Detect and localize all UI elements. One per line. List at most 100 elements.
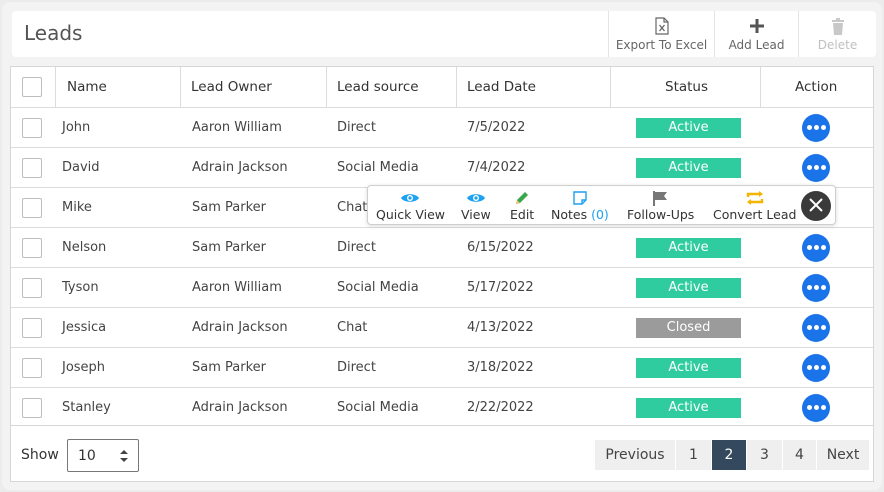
more-dots-icon (806, 165, 826, 170)
page-button-2[interactable]: 2 (712, 440, 746, 470)
leads-table: Name Lead Owner Lead source Lead Date St… (10, 66, 874, 428)
table-row: David Adrain Jackson Social Media 7/4/2022 A… (11, 148, 873, 188)
page-header: Leads Export To Excel Add Lead Delete (12, 11, 876, 57)
more-dots-icon (806, 285, 826, 290)
lead-owner: Sam Parker (192, 240, 266, 255)
more-dots-icon (806, 325, 826, 330)
lead-date: 3/18/2022 (467, 360, 534, 375)
column-header-date[interactable]: Lead Date (467, 67, 536, 107)
lead-date: 6/15/2022 (467, 240, 534, 255)
convert-lead-action[interactable]: Convert Lead (713, 189, 796, 222)
row-checkbox[interactable] (22, 228, 42, 267)
quick-view-action[interactable]: Quick View (376, 189, 445, 222)
row-actions-button[interactable] (802, 153, 830, 182)
page-title: Leads (24, 21, 83, 45)
sort-caret-icon (120, 449, 128, 467)
table-row: Nelson Sam Parker Direct 6/15/2022 Active (11, 228, 873, 268)
row-checkbox[interactable] (22, 388, 42, 427)
notes-label: Notes (551, 207, 588, 222)
close-popup-button[interactable] (801, 191, 831, 221)
next-page-button[interactable]: Next (817, 440, 869, 470)
row-checkbox[interactable] (22, 108, 42, 147)
lead-date: 7/4/2022 (467, 160, 526, 175)
lead-owner: Aaron William (192, 280, 282, 295)
status-badge: Active (636, 157, 741, 178)
row-checkbox[interactable] (22, 308, 42, 347)
convert-icon (745, 189, 765, 207)
lead-name: David (62, 160, 100, 175)
lead-owner: Sam Parker (192, 200, 266, 215)
table-footer: Show 10 Previous 1 2 3 4 Next (10, 426, 874, 482)
column-header-name[interactable]: Name (67, 67, 107, 107)
lead-source: Social Media (337, 160, 419, 175)
convert-lead-label: Convert Lead (713, 207, 797, 222)
lead-source: Direct (337, 240, 376, 255)
row-actions-button[interactable] (802, 233, 830, 262)
status-badge: Closed (636, 317, 741, 338)
column-header-owner[interactable]: Lead Owner (191, 67, 272, 107)
row-actions-button[interactable] (802, 353, 830, 382)
show-label: Show (21, 447, 59, 463)
lead-name: Joseph (62, 360, 106, 375)
row-actions-button[interactable] (802, 113, 830, 142)
page-size-value: 10 (78, 447, 96, 464)
row-checkbox[interactable] (22, 148, 42, 187)
lead-name: Jessica (62, 320, 107, 335)
lead-date: 5/17/2022 (467, 280, 534, 295)
row-actions-button[interactable] (802, 313, 830, 342)
excel-file-icon (654, 16, 670, 36)
add-lead-label: Add Lead (728, 38, 785, 52)
lead-source: Direct (337, 120, 376, 135)
lead-name: John (62, 120, 91, 135)
lead-source: Chat (337, 320, 368, 335)
lead-owner: Adrain Jackson (192, 160, 288, 175)
lead-date: 2/22/2022 (467, 400, 534, 415)
status-badge: Active (636, 357, 741, 378)
status-badge: Active (636, 117, 741, 138)
eye-icon (466, 189, 486, 207)
row-actions-button[interactable] (802, 393, 830, 422)
table-row: Tyson Aaron William Social Media 5/17/2022 A… (11, 268, 873, 308)
row-checkbox[interactable] (22, 348, 42, 387)
previous-page-button[interactable]: Previous (595, 440, 675, 470)
plus-icon (749, 16, 765, 36)
row-checkbox[interactable] (22, 188, 42, 227)
column-header-source[interactable]: Lead source (337, 67, 419, 107)
table-header-row: Name Lead Owner Lead source Lead Date St… (11, 67, 873, 108)
flag-icon (652, 189, 670, 207)
delete-button[interactable]: Delete (798, 11, 876, 57)
trash-icon (831, 16, 845, 36)
edit-action[interactable]: Edit (510, 189, 534, 222)
lead-source: Direct (337, 360, 376, 375)
lead-owner: Sam Parker (192, 360, 266, 375)
lead-owner: Aaron William (192, 120, 282, 135)
lead-source: Social Media (337, 400, 419, 415)
column-header-status[interactable]: Status (665, 67, 708, 107)
lead-date: 7/5/2022 (467, 120, 526, 135)
note-icon (572, 189, 588, 207)
more-dots-icon (806, 245, 826, 250)
lead-source: Chat (337, 200, 368, 215)
add-lead-button[interactable]: Add Lead (714, 11, 798, 57)
row-actions-button[interactable] (802, 273, 830, 302)
export-excel-button[interactable]: Export To Excel (608, 11, 714, 57)
page-button-3[interactable]: 3 (747, 440, 782, 470)
eye-icon (400, 189, 420, 207)
page-button-4[interactable]: 4 (783, 440, 816, 470)
edit-label: Edit (510, 207, 535, 222)
table-row: Stanley Adrain Jackson Social Media 2/22/20… (11, 388, 873, 428)
table-row: Joseph Sam Parker Direct 3/18/2022 Active (11, 348, 873, 388)
more-dots-icon (806, 405, 826, 410)
lead-date: 4/13/2022 (467, 320, 534, 335)
export-excel-label: Export To Excel (615, 38, 708, 52)
follow-ups-action[interactable]: Follow-Ups (627, 189, 694, 222)
page-button-1[interactable]: 1 (676, 440, 711, 470)
notes-action[interactable]: Notes (0) (551, 189, 609, 222)
row-checkbox[interactable] (22, 268, 42, 307)
page-size-select[interactable]: 10 (67, 439, 139, 472)
status-badge: Active (636, 397, 741, 418)
lead-name: Mike (62, 200, 92, 215)
select-all-checkbox[interactable] (22, 67, 42, 107)
lead-name: Stanley (62, 400, 111, 415)
view-action[interactable]: View (461, 189, 491, 222)
